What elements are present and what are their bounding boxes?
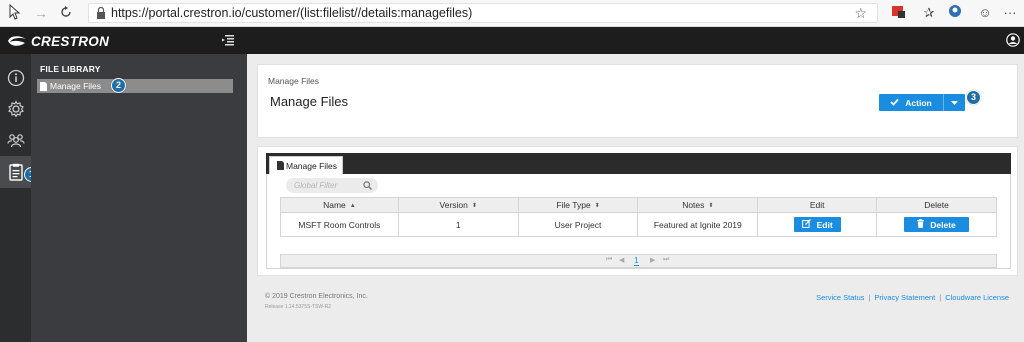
- privacy-statement-link[interactable]: Privacy Statement: [874, 293, 935, 302]
- cloudware-license-link[interactable]: Cloudware License: [945, 293, 1009, 302]
- sort-icon: ⬍: [471, 203, 477, 210]
- app-header: CRESTRON: [0, 27, 1024, 54]
- sort-icon: ⬍: [708, 203, 714, 210]
- release-text: Release 1.14.5375S-TSW-R2: [265, 304, 332, 310]
- action-button[interactable]: Action: [879, 94, 943, 111]
- document-icon: [277, 161, 284, 170]
- delete-button[interactable]: Delete: [904, 217, 969, 232]
- main-content: Manage Files Manage Files Action 3 Manag…: [247, 54, 1024, 342]
- emoji-icon[interactable]: ☺: [976, 4, 994, 22]
- breadcrumb[interactable]: Manage Files: [268, 76, 319, 86]
- cell-delete: Delete: [876, 212, 997, 237]
- global-filter-input[interactable]: [294, 180, 360, 191]
- sidebar: FILE LIBRARY Manage Files: [31, 54, 247, 342]
- rail-item-users[interactable]: [0, 124, 31, 156]
- file-library-icon: [8, 163, 23, 181]
- current-page[interactable]: 1: [634, 255, 639, 266]
- more-options-icon[interactable]: ···: [1001, 4, 1019, 22]
- collapse-menu-icon[interactable]: [222, 34, 234, 46]
- crestron-swirl-icon: [8, 36, 26, 46]
- copyright-text: © 2019 Crestron Electronics, Inc.: [265, 293, 368, 300]
- callout-badge-2: 2: [111, 78, 126, 93]
- column-header-name[interactable]: Name ▲: [280, 197, 399, 213]
- action-dropdown-toggle[interactable]: [943, 94, 965, 111]
- cell-version: 1: [397, 212, 519, 237]
- files-table: Name ▲ Version ⬍ File Type ⬍ Notes ⬍ Edit De…: [280, 197, 997, 237]
- search-icon: [363, 181, 372, 190]
- address-bar[interactable]: https://portal.crestron.io/customer/(lis…: [88, 3, 878, 23]
- info-icon: [7, 69, 24, 87]
- page-title: Manage Files: [270, 94, 349, 109]
- sidebar-item-label: Manage Files: [50, 81, 102, 91]
- global-filter: [286, 178, 378, 193]
- link-separator: |: [939, 293, 942, 302]
- tab-body: Name▲ Version⬍ File Type⬍ Notes⬍ Edit De…: [266, 174, 1011, 269]
- column-header-edit: Edit: [757, 197, 878, 213]
- forward-icon[interactable]: →: [32, 4, 50, 22]
- document-icon: [40, 81, 47, 91]
- column-header-notes[interactable]: Notes ⬍: [637, 197, 759, 213]
- table-row[interactable]: MSFT Room Controls 1 User Project Featur…: [280, 212, 997, 237]
- action-label: Action: [905, 97, 932, 108]
- trash-icon: [917, 219, 925, 230]
- profile-extension-icon[interactable]: [946, 4, 964, 22]
- users-icon: [6, 134, 25, 148]
- link-separator: |: [868, 293, 871, 302]
- cell-name: MSFT Room Controls: [280, 212, 399, 237]
- check-icon: [890, 98, 899, 108]
- tab-strip: Manage Files: [266, 153, 1011, 174]
- next-page-icon[interactable]: ▶: [650, 256, 655, 264]
- first-page-icon[interactable]: ⏮: [606, 256, 612, 264]
- rail-item-settings[interactable]: [0, 93, 31, 125]
- last-page-icon[interactable]: ⏭: [663, 256, 669, 264]
- column-header-file-type[interactable]: File Type ⬍: [517, 197, 639, 213]
- cell-edit: Edit: [757, 212, 878, 237]
- page-header-card: Manage Files Manage Files Action: [257, 64, 1018, 138]
- extension-badge-icon[interactable]: [889, 4, 907, 22]
- edit-label: Edit: [816, 219, 833, 230]
- rail-item-info[interactable]: [0, 62, 31, 94]
- logo-text: CRESTRON: [31, 33, 110, 49]
- tab-label: Manage Files: [286, 160, 338, 171]
- url-text: https://portal.crestron.io/customer/(lis…: [111, 6, 473, 20]
- column-header-version[interactable]: Version ⬍: [397, 197, 519, 213]
- files-card: Manage Files Name▲ Version⬍ File Type⬍ N…: [257, 146, 1018, 276]
- user-account-icon[interactable]: [1006, 33, 1020, 47]
- footer-links: Service Status | Privacy Statement | Cloudwa…: [816, 293, 1009, 302]
- cell-notes: Featured at Ignite 2019: [637, 212, 759, 237]
- tab-manage-files[interactable]: Manage Files: [269, 156, 343, 174]
- sidebar-item-manage-files[interactable]: Manage Files: [37, 79, 233, 93]
- delete-label: Delete: [930, 219, 956, 230]
- reading-list-icon[interactable]: ✰: [920, 4, 938, 22]
- callout-badge-3: 3: [966, 90, 981, 105]
- sort-asc-icon: ▲: [349, 202, 356, 209]
- cell-file-type: User Project: [517, 212, 639, 237]
- caret-down-icon: [951, 100, 958, 105]
- paginator: ⏮ ◀ 1 ▶ ⏭: [280, 254, 997, 268]
- sort-icon: ⬍: [594, 203, 600, 210]
- sidebar-title: FILE LIBRARY: [40, 64, 101, 74]
- edit-icon: [801, 219, 811, 230]
- column-header-delete: Delete: [876, 197, 997, 213]
- icon-rail: [0, 54, 31, 342]
- gear-icon: [7, 100, 24, 118]
- action-split-button: Action: [879, 94, 965, 111]
- service-status-link[interactable]: Service Status: [816, 293, 864, 302]
- prev-page-icon[interactable]: ◀: [619, 256, 624, 264]
- favorite-star-icon[interactable]: ☆: [854, 5, 867, 22]
- browser-toolbar: → https://portal.crestron.io/customer/(l…: [0, 0, 1024, 27]
- cursor-icon: [6, 3, 24, 22]
- crestron-logo[interactable]: CRESTRON: [6, 32, 109, 50]
- edit-button[interactable]: Edit: [793, 217, 841, 232]
- lock-icon: [97, 7, 105, 19]
- refresh-icon[interactable]: [57, 4, 75, 22]
